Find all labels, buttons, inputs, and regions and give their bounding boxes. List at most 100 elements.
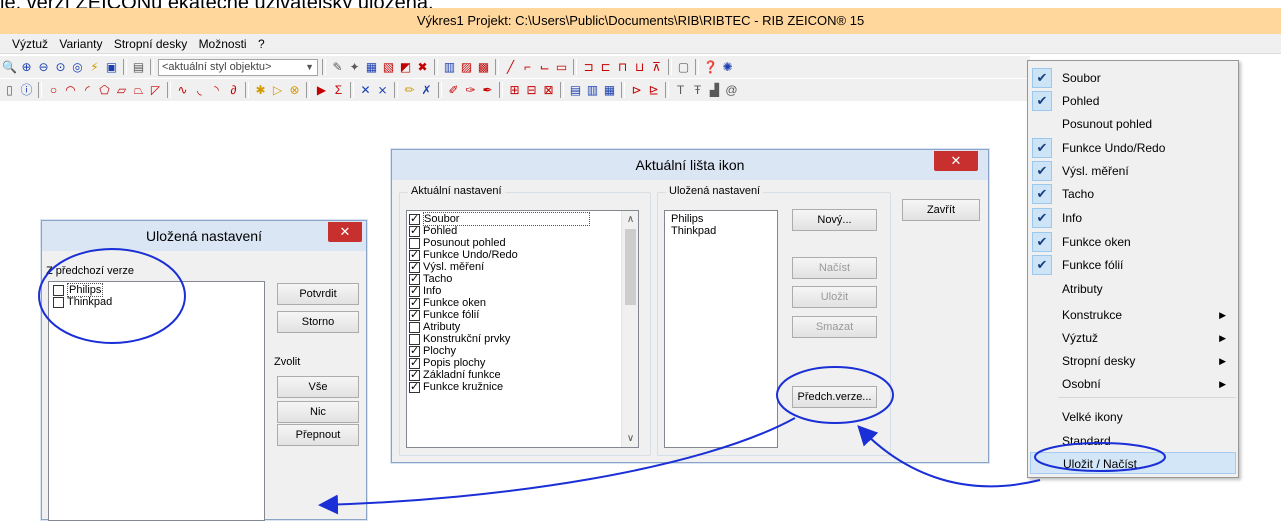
list-item[interactable]: ✓ Plochy: [407, 345, 638, 357]
select-icon[interactable]: ▯: [2, 83, 17, 98]
list-item[interactable]: Thinkpad: [669, 225, 773, 237]
list-item[interactable]: ✓ Pohled: [407, 225, 638, 237]
polyline-icon[interactable]: ⌐: [520, 60, 535, 75]
dim5-icon[interactable]: ⊼: [649, 60, 664, 75]
at-icon[interactable]: @: [724, 83, 739, 98]
close-icon[interactable]: ✕: [328, 222, 362, 242]
menu-stropni-desky[interactable]: Stropní desky: [114, 37, 187, 51]
list-item[interactable]: Atributy: [407, 321, 638, 333]
zoom-icon[interactable]: 🔍: [2, 60, 17, 75]
zoom-window-icon[interactable]: ◎: [70, 60, 85, 75]
fill-icon[interactable]: ◩: [398, 60, 413, 75]
match-icon[interactable]: ✦: [347, 60, 362, 75]
context-menu-item[interactable]: ✔ Pohled: [1030, 90, 1236, 112]
context-menu-item[interactable]: Stropní desky ▶: [1030, 350, 1236, 372]
info-icon[interactable]: ⓘ: [19, 83, 34, 98]
lightning-icon[interactable]: ⚡: [87, 60, 102, 75]
label-icon[interactable]: ⊞: [507, 83, 522, 98]
checkbox[interactable]: ✓: [409, 261, 420, 273]
list-item[interactable]: Philips: [669, 213, 773, 225]
checkbox[interactable]: ✓: [409, 273, 420, 285]
polyline2-icon[interactable]: ⌙: [537, 60, 552, 75]
checkbox[interactable]: ✓: [409, 213, 420, 225]
text-edit2-icon[interactable]: ✑: [463, 83, 478, 98]
checkbox[interactable]: [409, 333, 420, 345]
checkbox[interactable]: [409, 237, 420, 249]
context-menu-item[interactable]: Uložit / Načíst: [1030, 452, 1236, 474]
list-item[interactable]: Thinkpad: [49, 296, 264, 308]
curve-icon[interactable]: ∿: [175, 83, 190, 98]
checkbox[interactable]: ✓: [409, 345, 420, 357]
grid-icon[interactable]: ▦: [364, 60, 379, 75]
delete-icon[interactable]: ⊗: [287, 83, 302, 98]
dim3-icon[interactable]: ⊓: [615, 60, 630, 75]
delete-button[interactable]: Smazat: [792, 316, 877, 338]
edit-table-icon[interactable]: ▨: [459, 60, 474, 75]
cross-icon[interactable]: ✕: [358, 83, 373, 98]
line-icon[interactable]: ╱: [503, 60, 518, 75]
context-menu-item[interactable]: ✔ Soubor: [1030, 67, 1236, 89]
delete-fill-icon[interactable]: ✖: [415, 60, 430, 75]
frame-icon[interactable]: ▢: [676, 60, 691, 75]
list-item[interactable]: ✓ Funkce oken: [407, 297, 638, 309]
list-item[interactable]: ✓ Funkce Undo/Redo: [407, 249, 638, 261]
menu-help[interactable]: ?: [258, 37, 265, 51]
checkbox[interactable]: [53, 296, 64, 308]
dim2-icon[interactable]: ⊏: [598, 60, 613, 75]
context-menu-item[interactable]: ✔ Info: [1030, 207, 1236, 229]
web-icon[interactable]: ✺: [720, 60, 735, 75]
text-edit-icon[interactable]: ✐: [446, 83, 461, 98]
list-item[interactable]: Philips: [49, 283, 264, 297]
dim4-icon[interactable]: ⊔: [632, 60, 647, 75]
context-menu-item[interactable]: ✔ Tacho: [1030, 183, 1236, 205]
context-menu-item[interactable]: ✔ Funkce oken: [1030, 231, 1236, 253]
load-button[interactable]: Načíst: [792, 257, 877, 279]
arc-icon[interactable]: ◠: [63, 83, 78, 98]
text-vertical-icon[interactable]: Ŧ: [690, 83, 705, 98]
label3-icon[interactable]: ⊠: [541, 83, 556, 98]
list-scrollbar[interactable]: ∧ ∨: [621, 211, 638, 447]
context-menu-item[interactable]: Velké ikony: [1030, 406, 1236, 428]
sum-icon[interactable]: Σ: [331, 83, 346, 98]
label2-icon[interactable]: ⊟: [524, 83, 539, 98]
window-icon[interactable]: ▣: [104, 60, 119, 75]
saved-settings-list[interactable]: Philips Thinkpad: [664, 210, 778, 448]
close-cross-icon[interactable]: ✗: [419, 83, 434, 98]
cancel-button[interactable]: Storno: [277, 311, 359, 333]
list-item[interactable]: Konstrukční prvky: [407, 333, 638, 345]
parallelogram-icon[interactable]: ▱: [114, 83, 129, 98]
zoom-all-icon[interactable]: ⊙: [53, 60, 68, 75]
trapezoid-icon[interactable]: ⏢: [131, 83, 146, 98]
text-edit3-icon[interactable]: ✒: [480, 83, 495, 98]
list-item[interactable]: ✓ Výsl. měření: [407, 261, 638, 273]
object-style-combo[interactable]: <aktuální styl objektu> ▼: [158, 58, 318, 76]
checkbox[interactable]: [53, 284, 64, 296]
list-item[interactable]: ✓ Tacho: [407, 273, 638, 285]
curve3-icon[interactable]: ◝: [209, 83, 224, 98]
checkbox[interactable]: ✓: [409, 357, 420, 369]
curve4-icon[interactable]: ∂: [226, 83, 241, 98]
help-icon[interactable]: ❓: [703, 60, 718, 75]
brush-icon[interactable]: ✎: [330, 60, 345, 75]
context-menu-item[interactable]: Konstrukce ▶: [1030, 304, 1236, 326]
toggle-button[interactable]: Přepnout: [277, 424, 359, 446]
checkbox[interactable]: ✓: [409, 249, 420, 261]
list-item[interactable]: ✓ Soubor: [407, 212, 638, 226]
current-settings-list[interactable]: ✓ Soubor ✓ Pohled Posunout pohled ✓ Funkce Und…: [406, 210, 639, 448]
layer-icon[interactable]: ▤: [131, 60, 146, 75]
curve2-icon[interactable]: ◟: [192, 83, 207, 98]
context-menu-item[interactable]: ✔ Funkce Undo/Redo: [1030, 137, 1236, 159]
save-button[interactable]: Uložit: [792, 286, 877, 308]
new-button[interactable]: Nový...: [792, 209, 877, 231]
select-none-button[interactable]: Nic: [277, 401, 359, 423]
edit-table2-icon[interactable]: ▩: [476, 60, 491, 75]
table-grid-icon[interactable]: ▤: [568, 83, 583, 98]
checkbox[interactable]: ✓: [409, 309, 420, 321]
hatch-icon[interactable]: ▧: [381, 60, 396, 75]
arc2-icon[interactable]: ◜: [80, 83, 95, 98]
play2-icon[interactable]: ⊵: [646, 83, 661, 98]
previous-version-list[interactable]: Philips Thinkpad: [48, 281, 265, 521]
previous-version-button[interactable]: Předch.verze...: [792, 386, 877, 408]
confirm-button[interactable]: Potvrdit: [277, 283, 359, 305]
list-item[interactable]: ✓ Funkce fólií: [407, 309, 638, 321]
